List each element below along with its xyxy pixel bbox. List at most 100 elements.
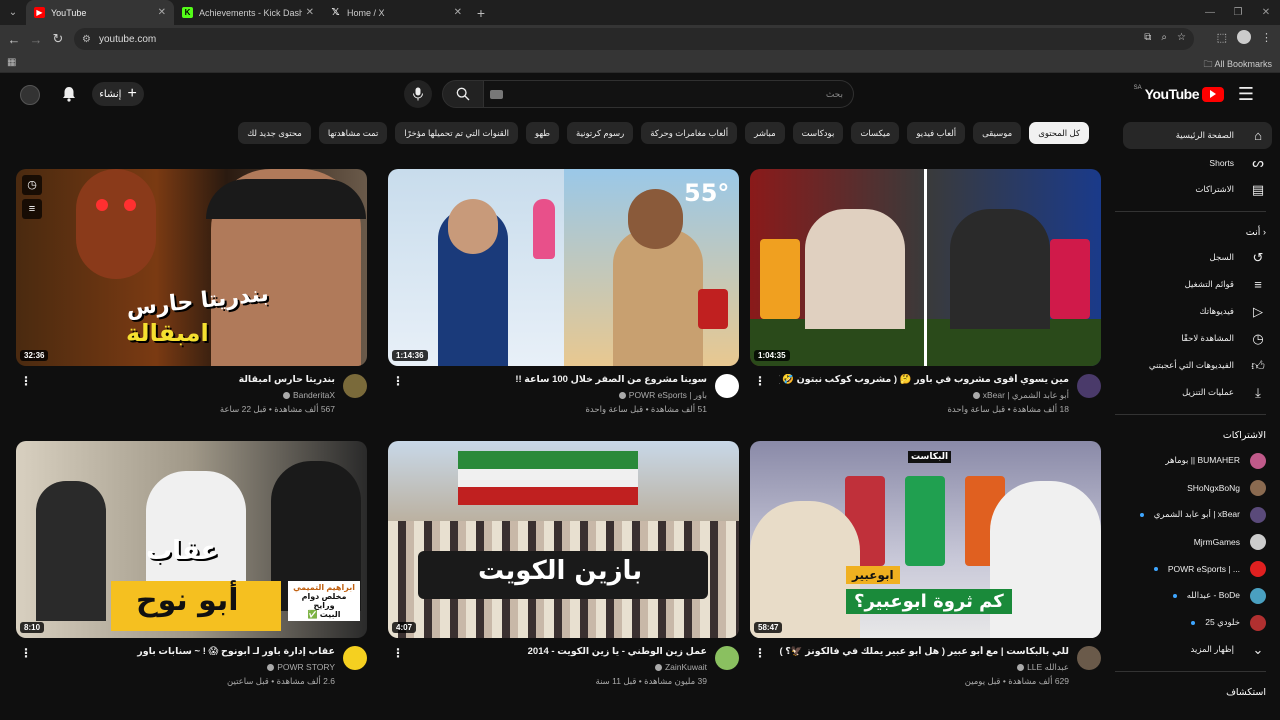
sidebar-item[interactable]: عمليات التنزيل ⤓ [1115, 379, 1280, 406]
channel-name[interactable]: أبو عابد الشمري | xBear [983, 390, 1069, 400]
account-avatar[interactable] [20, 85, 40, 105]
forward-icon[interactable]: → [25, 32, 47, 47]
video-thumbnail[interactable]: بازين الكويت 4:07 [388, 441, 739, 638]
subscription-item[interactable]: أبو عابد الشمري | xBear [1115, 501, 1280, 528]
channel-name[interactable]: عبدالله LLE [1027, 662, 1069, 672]
create-button[interactable]: إنشاء + [92, 82, 144, 106]
browser-menu-icon[interactable]: ⋮ [1261, 31, 1272, 44]
sidebar-item[interactable]: المشاهدة لاحقًا ◷ [1115, 325, 1280, 352]
more-actions-icon[interactable]: ⋮ [754, 374, 766, 388]
sidebar-item[interactable]: قوائم التشغيل ≡ [1115, 271, 1280, 298]
video-thumbnail[interactable]: البكاست ابوعبير كم ثروة ابوعبير؟ 58:47 [750, 441, 1101, 638]
video-title[interactable]: بندريتا حارس امبقالة [45, 374, 335, 385]
channel-avatar[interactable] [343, 646, 367, 670]
keyboard-icon[interactable] [490, 90, 503, 99]
bookmark-star-icon[interactable]: ☆ [1177, 32, 1186, 43]
profile-icon[interactable] [1237, 30, 1251, 44]
video-thumbnail[interactable]: بندريتا حارس امبقالة ◷ ≡ 32:36 [16, 169, 367, 366]
filter-chip[interactable]: كل المحتوى [1029, 122, 1089, 144]
search-input[interactable]: بحث [484, 80, 854, 108]
sidebar-item[interactable]: الاشتراكات ▤ [1115, 176, 1280, 203]
video-title[interactable]: مين يسوي أقوى مشروب في باور 🤔 ( مشروب كو… [779, 374, 1069, 385]
video-thumbnail[interactable]: أبو نوح عقاب ابراهيم التميمي مخلص دوام وراي… [16, 441, 367, 638]
close-window-icon[interactable]: ✕ [1252, 7, 1280, 18]
video-thumbnail[interactable]: 55° 1:14:36 [388, 169, 739, 366]
channel-avatar[interactable] [715, 374, 739, 398]
more-actions-icon[interactable]: ⋮ [392, 374, 404, 388]
more-actions-icon[interactable]: ⋮ [20, 646, 32, 660]
filter-chip[interactable]: ألعاب مغامرات وحركة [641, 122, 738, 144]
site-info-icon[interactable]: ⚙ [82, 34, 91, 45]
video-card[interactable]: بندريتا حارس امبقالة ◷ ≡ 32:36 بندريتا حارس ا… [16, 169, 367, 434]
filter-chip[interactable]: بودكاست [792, 122, 844, 144]
all-bookmarks-button[interactable]: 🗀 All Bookmarks [1203, 57, 1272, 73]
sidebar-item[interactable]: السجل ↺ [1115, 244, 1280, 271]
video-card[interactable]: 55° 1:14:36 سوينا مشروع من الصفر خلال 100 … [388, 169, 739, 434]
close-tab-icon[interactable]: ✕ [454, 7, 462, 18]
new-tab-button[interactable]: + [470, 5, 492, 21]
filter-chip[interactable]: طهو [525, 122, 560, 144]
channel-name[interactable]: باور | POWR eSports [629, 390, 707, 400]
channel-name[interactable]: POWR STORY [277, 662, 335, 672]
video-title[interactable]: عقاب إدارة باور لـ أبونوح 😱 ! ~ سنابات ب… [45, 646, 335, 657]
channel-avatar[interactable] [715, 646, 739, 670]
close-tab-icon[interactable]: ✕ [158, 7, 166, 18]
extensions-icon[interactable]: ⬚ [1217, 31, 1227, 44]
filter-chip[interactable]: رسوم كرتونية [567, 122, 634, 144]
hamburger-menu-icon[interactable]: ☰ [1238, 84, 1254, 105]
channel-name[interactable]: ZainKuwait [665, 662, 707, 672]
sidebar-item[interactable]: Shorts ᔕ [1115, 149, 1280, 176]
channel-avatar[interactable] [1077, 374, 1101, 398]
video-title[interactable]: عمل زين الوطني - يا زين الكويت - 2014 [417, 646, 707, 657]
sidebar-item[interactable]: فيديوهاتك ▷ [1115, 298, 1280, 325]
reload-icon[interactable]: ↻ [47, 31, 69, 47]
subscription-item[interactable]: SHoNgxBoNg [1115, 474, 1280, 501]
filter-chip[interactable]: موسيقى [973, 122, 1022, 144]
cast-icon[interactable]: ⧉ [1144, 32, 1151, 43]
filter-chip[interactable]: محتوى جديد لك [238, 122, 311, 144]
subscription-item[interactable]: POWR eSports | ... [1115, 555, 1280, 582]
notifications-bell-icon[interactable] [62, 86, 76, 105]
video-card[interactable]: بازين الكويت 4:07 عمل زين الوطني - يا زين … [388, 441, 739, 706]
subscription-item[interactable]: MjrmGames [1115, 528, 1280, 555]
url-text[interactable]: youtube.com [99, 34, 156, 45]
sidebar-you-header[interactable]: أنت › [1115, 220, 1280, 244]
more-actions-icon[interactable]: ⋮ [20, 374, 32, 388]
watch-later-icon[interactable]: ◷ [22, 175, 42, 195]
video-title[interactable]: للي بالبكاست | مع أبو عبير ( هل أبو عبير… [779, 646, 1069, 657]
sidebar-item[interactable]: الفيديوهات التي أعجبتني 👍︎ [1115, 352, 1280, 379]
channel-avatar[interactable] [343, 374, 367, 398]
minimize-icon[interactable]: — [1196, 7, 1224, 18]
back-icon[interactable]: ← [3, 32, 25, 47]
filter-chip[interactable]: مباشر [745, 122, 785, 144]
show-more-button[interactable]: إظهار المزيد ⌄ [1115, 636, 1280, 663]
omnibox[interactable]: ⚙ youtube.com ⧉ ⌕ ☆ [74, 28, 1194, 50]
apps-grid-icon[interactable]: ▦ [7, 57, 16, 68]
subscription-item[interactable]: بوماهر || BUMAHER [1115, 447, 1280, 474]
voice-search-button[interactable] [404, 80, 432, 108]
tab-x-home[interactable]: 𝕏 Home / X ✕ [322, 0, 470, 25]
sidebar-item[interactable]: الصفحة الرئيسية ⌂ [1123, 122, 1272, 149]
youtube-logo[interactable]: SA YouTube [1134, 85, 1224, 102]
subscription-item[interactable]: عبدالله - BoDe [1115, 582, 1280, 609]
zoom-icon[interactable]: ⌕ [1161, 32, 1167, 43]
channel-avatar[interactable] [1077, 646, 1101, 670]
more-actions-icon[interactable]: ⋮ [392, 646, 404, 660]
tab-kick-dashboard[interactable]: K Achievements - Kick Dashboard ✕ [174, 0, 322, 25]
video-thumbnail[interactable]: 1:04:35 [750, 169, 1101, 366]
filter-chip[interactable]: ميكسات [851, 122, 900, 144]
video-card[interactable]: أبو نوح عقاب ابراهيم التميمي مخلص دوام وراي… [16, 441, 367, 706]
video-title[interactable]: سوينا مشروع من الصفر خلال 100 ساعة !! [417, 374, 707, 385]
channel-name[interactable]: BanderitaX [293, 390, 335, 400]
tab-search-button[interactable]: ⌄ [0, 0, 26, 25]
search-button[interactable] [442, 80, 484, 108]
maximize-icon[interactable]: ❐ [1224, 7, 1252, 18]
more-actions-icon[interactable]: ⋮ [754, 646, 766, 660]
add-to-queue-icon[interactable]: ≡ [22, 199, 42, 219]
filter-chip[interactable]: القنوات التي تم تحميلها مؤخرًا [395, 122, 518, 144]
video-card[interactable]: البكاست ابوعبير كم ثروة ابوعبير؟ 58:47 للي ب… [750, 441, 1101, 706]
subscription-item[interactable]: خلودي 25 [1115, 609, 1280, 636]
close-tab-icon[interactable]: ✕ [306, 7, 314, 18]
filter-chip[interactable]: ألعاب فيديو [907, 122, 966, 144]
tab-youtube[interactable]: ▶ YouTube ✕ [26, 0, 174, 25]
